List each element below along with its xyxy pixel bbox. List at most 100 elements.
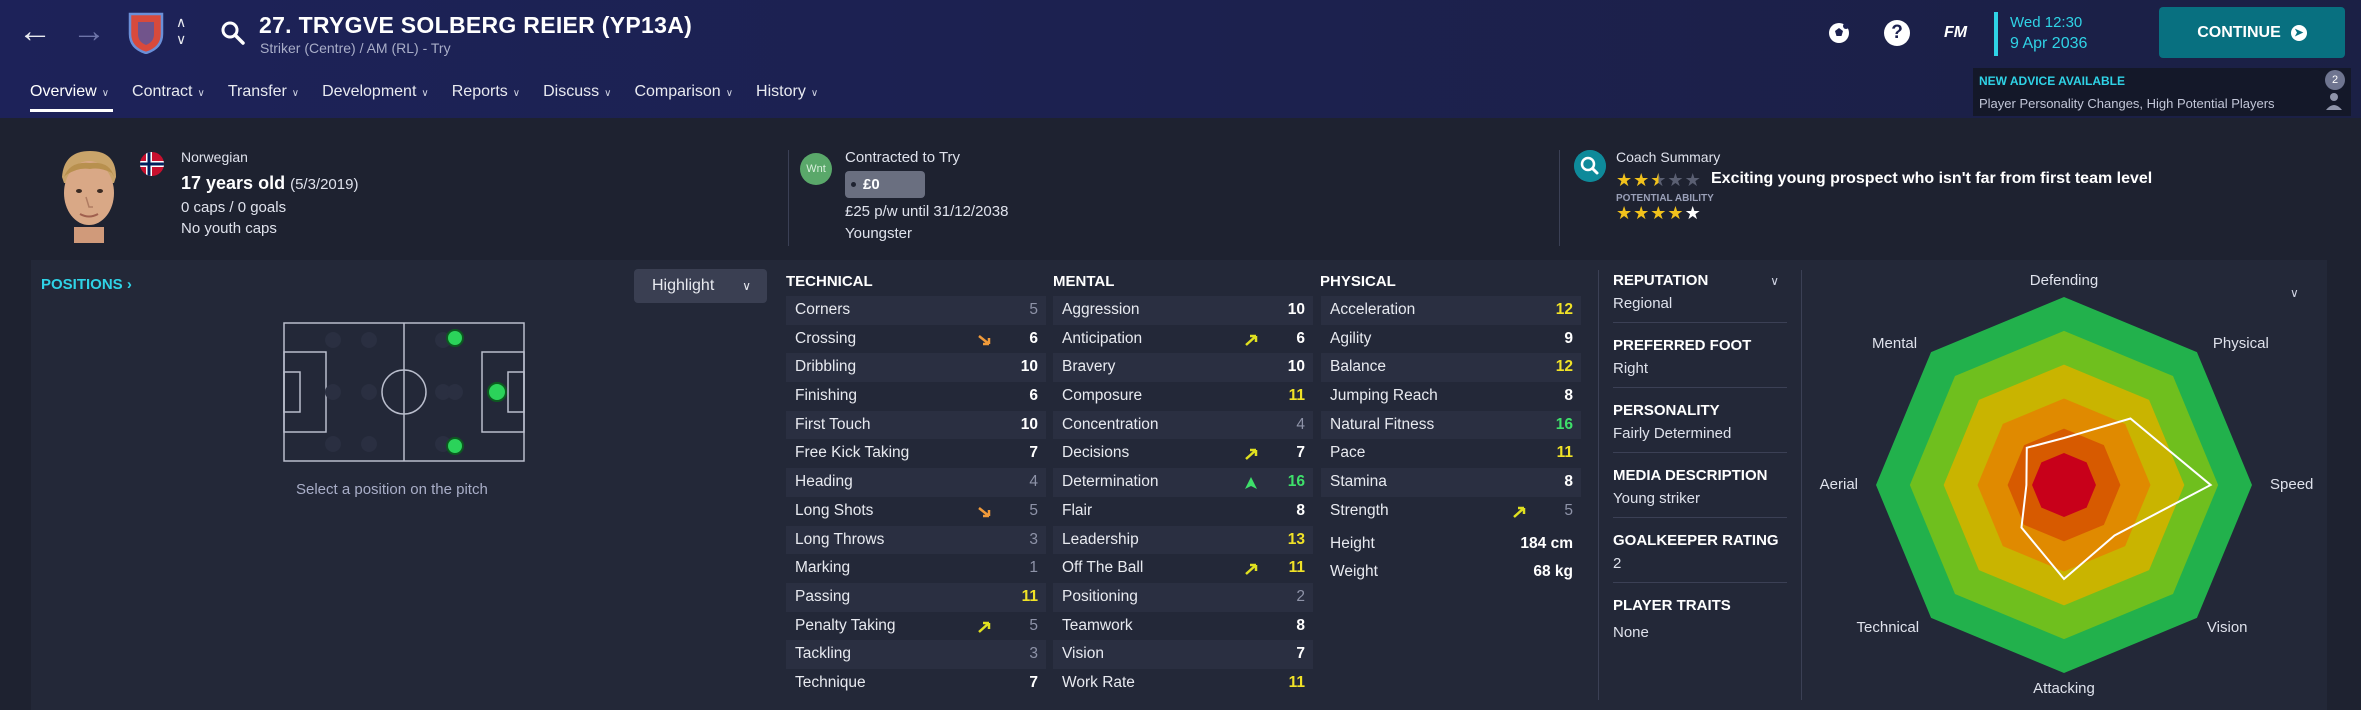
radar-label-defending: Defending [2029, 272, 2099, 289]
help-icon[interactable]: ? [1884, 20, 1910, 46]
back-arrow-icon[interactable]: ← [18, 14, 52, 48]
attribute-row[interactable]: Positioning 2 [1053, 582, 1313, 612]
tab-overview[interactable]: Overview ∨ [19, 82, 121, 112]
attribute-row[interactable]: Pace 11 [1321, 439, 1581, 468]
attribute-name: Work Rate [1062, 673, 1135, 691]
advice-notification[interactable]: NEW ADVICE AVAILABLE Player Personality … [1973, 68, 2351, 116]
international-caps: 0 caps / 0 goals [181, 199, 287, 216]
player-value-tag[interactable]: £0 [845, 171, 925, 198]
position-st-c-dot[interactable] [487, 382, 507, 402]
continue-button[interactable]: CONTINUE ➤ [2159, 7, 2345, 58]
attribute-row[interactable]: Composure 11 [1053, 382, 1313, 411]
attribute-value: 5 [1029, 501, 1038, 519]
attribute-row[interactable]: Technique 7 [786, 669, 1046, 698]
chevron-down-icon[interactable]: ∨ [1770, 274, 1779, 288]
tab-transfer[interactable]: Transfer ∨ [217, 82, 311, 112]
player-face-avatar[interactable] [50, 147, 128, 243]
attribute-name: Off The Ball [1062, 559, 1144, 577]
physical-title: PHYSICAL [1320, 273, 1396, 290]
attribute-name: First Touch [795, 415, 871, 433]
attribute-row[interactable]: Agility 9 [1321, 325, 1581, 354]
attribute-row[interactable]: Long Shots 5 [786, 497, 1046, 526]
attribute-row[interactable]: Finishing 6 [786, 382, 1046, 411]
attribute-row[interactable]: Crossing 6 [786, 325, 1046, 354]
nationality[interactable]: Norwegian [181, 149, 248, 165]
contract-status[interactable]: Contracted to Try [845, 149, 960, 166]
attribute-row[interactable]: Acceleration 12 [1321, 296, 1581, 325]
advice-text: Player Personality Changes, High Potenti… [1979, 96, 2275, 111]
attribute-name: Dribbling [795, 358, 857, 376]
tab-reports[interactable]: Reports ∨ [441, 82, 532, 112]
forward-arrow-icon[interactable]: → [72, 14, 106, 48]
tab-label: Discuss [543, 83, 600, 100]
reputation-section[interactable]: REPUTATION ∨ Regional [1599, 272, 1801, 323]
tab-history[interactable]: History ∨ [745, 82, 830, 112]
attribute-row[interactable]: Long Throws 3 [786, 525, 1046, 555]
coach-summary-title: Coach Summary [1616, 149, 1721, 165]
divider [1613, 517, 1787, 518]
attribute-row[interactable]: Tackling 3 [786, 640, 1046, 669]
attribute-row[interactable]: Anticipation 6 [1053, 325, 1313, 354]
highlight-dropdown[interactable]: Highlight ∨ [634, 269, 767, 303]
position-am-l-dot[interactable] [446, 329, 464, 347]
tab-comparison[interactable]: Comparison ∨ [623, 82, 745, 112]
attribute-row[interactable]: Strength 5 [1321, 497, 1581, 526]
attribute-name: Positioning [1062, 587, 1138, 605]
attribute-name: Acceleration [1330, 301, 1416, 318]
positions-link[interactable]: POSITIONS › [41, 276, 132, 293]
attribute-name: Determination [1062, 473, 1159, 491]
attribute-row[interactable]: Aggression 10 [1053, 296, 1313, 325]
attribute-row[interactable]: Vision 7 [1053, 640, 1313, 669]
club-switch-chevrons-icon[interactable]: ∧ ∨ [176, 14, 186, 48]
attribute-row[interactable]: Jumping Reach 8 [1321, 382, 1581, 411]
trend-up-arrow-icon [1245, 477, 1257, 490]
chevron-down-icon: ∨ [810, 88, 819, 99]
attribute-row[interactable]: Teamwork 8 [1053, 612, 1313, 641]
attribute-row[interactable]: First Touch 10 [786, 410, 1046, 440]
attribute-row[interactable]: Corners 5 [786, 296, 1046, 325]
attribute-row[interactable]: Free Kick Taking 7 [786, 439, 1046, 468]
chevron-down-icon[interactable]: ∨ [2290, 286, 2299, 300]
radar-label-speed: Speed [2270, 476, 2314, 493]
radar-label-aerial: Aerial [1819, 476, 1858, 493]
position-pitch[interactable] [283, 322, 525, 462]
attribute-row[interactable]: Stamina 8 [1321, 468, 1581, 497]
search-icon[interactable] [220, 20, 246, 46]
attribute-row[interactable]: Off The Ball 11 [1053, 554, 1313, 583]
attribute-row[interactable]: Concentration 4 [1053, 410, 1313, 440]
attribute-row[interactable]: Bravery 10 [1053, 353, 1313, 383]
preferred-foot-value: Right [1613, 360, 1649, 377]
attribute-row[interactable]: Balance 12 [1321, 353, 1581, 383]
fm-logo[interactable]: FM [1944, 24, 1967, 42]
height-row: Height 184 cm [1321, 530, 1581, 558]
attribute-row[interactable]: Leadership 13 [1053, 525, 1313, 555]
position-am-r-dot[interactable] [446, 437, 464, 455]
tab-contract[interactable]: Contract ∨ [121, 82, 217, 112]
tab-development[interactable]: Development ∨ [311, 82, 441, 112]
person-icon [2326, 93, 2342, 110]
player-info-strip: Norwegian 17 years old (5/3/2019) 0 caps… [0, 140, 2361, 252]
football-icon[interactable] [1826, 20, 1852, 46]
attribute-row[interactable]: Marking 1 [786, 554, 1046, 583]
scout-search-icon [1574, 150, 1606, 182]
advice-count-badge: 2 [2325, 70, 2345, 90]
game-date[interactable]: 9 Apr 2036 [2010, 35, 2087, 53]
attribute-row[interactable]: Determination 16 [1053, 468, 1313, 497]
attribute-row[interactable]: Passing 11 [786, 582, 1046, 612]
attribute-row[interactable]: Heading 4 [786, 468, 1046, 497]
attribute-row[interactable]: Natural Fitness 16 [1321, 410, 1581, 440]
attribute-row[interactable]: Decisions 7 [1053, 439, 1313, 468]
attribute-name: Marking [795, 559, 851, 577]
attribute-name: Flair [1062, 501, 1093, 519]
attribute-row[interactable]: Dribbling 10 [786, 353, 1046, 383]
attribute-value: 6 [1029, 387, 1038, 405]
game-time[interactable]: Wed 12:30 [2010, 14, 2082, 31]
attribute-row[interactable]: Penalty Taking 5 [786, 612, 1046, 641]
attribute-name: Vision [1062, 645, 1104, 663]
club-badge-icon[interactable] [128, 10, 164, 54]
tab-discuss[interactable]: Discuss ∨ [532, 82, 623, 112]
attribute-row[interactable]: Flair 8 [1053, 497, 1313, 526]
coach-summary-text: Exciting young prospect who isn't far fr… [1711, 170, 2153, 187]
attribute-value: 11 [1288, 387, 1305, 405]
attribute-row[interactable]: Work Rate 11 [1053, 669, 1313, 698]
